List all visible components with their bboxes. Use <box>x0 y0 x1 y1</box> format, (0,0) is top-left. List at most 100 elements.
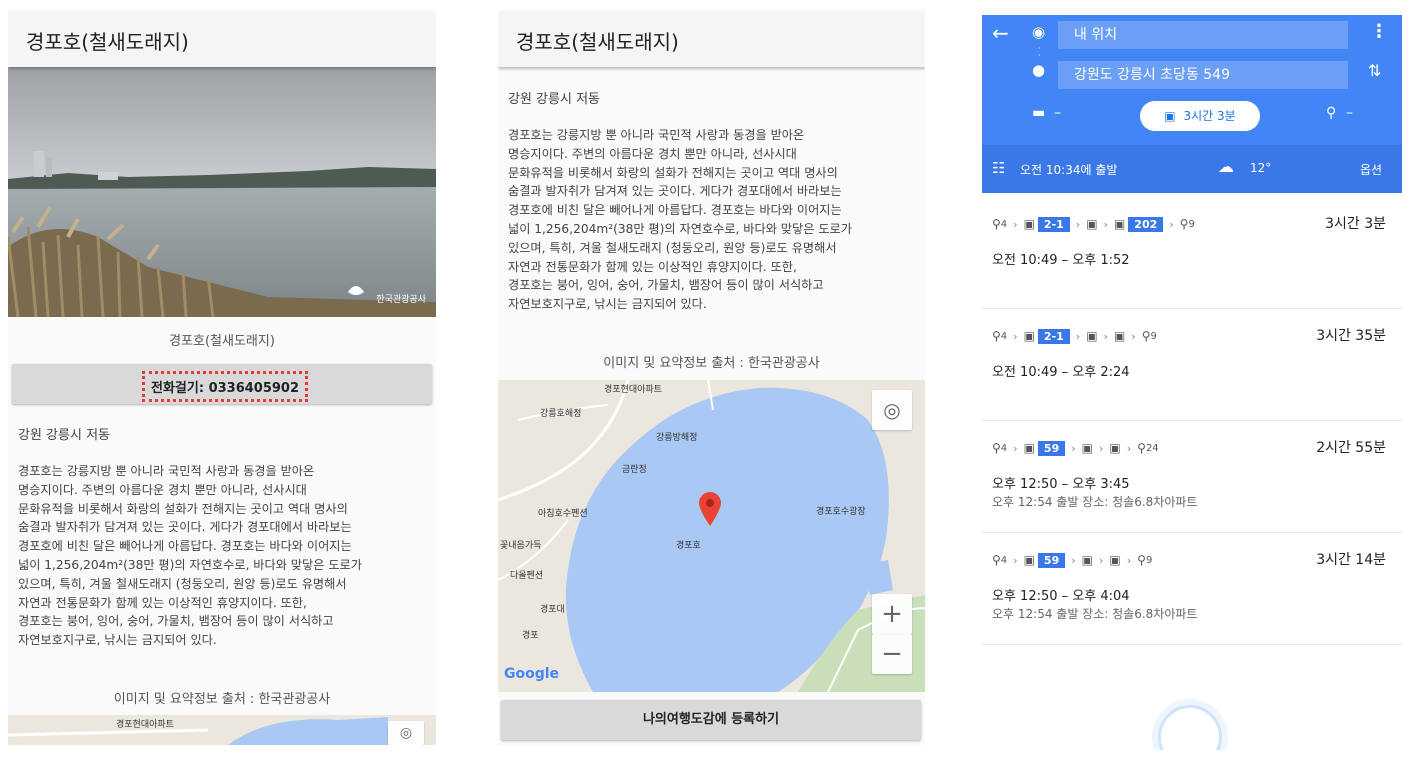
chevron-right-icon: › <box>1071 441 1076 455</box>
zoom-out-button[interactable]: − <box>872 634 912 674</box>
google-logo: Google <box>504 666 560 682</box>
route-item[interactable]: ⚲ 4 › ▣ 59 › ▣ › ▣ › ⚲ 24 2시간 55분 오후 12:50 … <box>982 423 1402 533</box>
location-target-icon: ◎ <box>399 725 413 741</box>
source-text: 이미지 및 요약정보 출처 : 한국관광공사 <box>113 692 331 707</box>
directions-screen: ← ◉ 내 위치 ⋮ · · ● 강원도 강릉시 초당동 549 ⇅ ▬ – ▣ … <box>982 15 1402 750</box>
bus-icon: ▣ <box>1023 441 1035 455</box>
lake-photo: 한국관광공사 <box>8 67 436 317</box>
chevron-right-icon: › <box>1075 329 1081 343</box>
map-label: 경포호수광장 <box>816 507 866 517</box>
map-label: 강릉호해정 <box>540 409 582 419</box>
app-bar: 경포호(철새도래지) <box>8 10 436 67</box>
watermark-label: 한국관광공사 <box>376 295 426 305</box>
walk-minutes: 4 <box>1000 330 1008 342</box>
bus-number: 59 <box>1037 440 1066 456</box>
tune-icon[interactable]: ☷ <box>992 159 1005 177</box>
chevron-right-icon: › <box>1071 553 1076 567</box>
map-label: 아침호수펜션 <box>538 509 588 519</box>
map-label: 경포현대아파트 <box>116 720 174 730</box>
call-button-label: 전화걸기: 0336405902 <box>142 371 309 402</box>
bus-icon: ▣ <box>1023 329 1035 343</box>
walk-mode-label: – <box>1346 105 1353 121</box>
description-text: 경포호는 강릉지방 뿐 아니라 국민적 사랑과 동경을 받아온 명승지이다. 주… <box>18 464 362 648</box>
chevron-right-icon: › <box>1126 441 1132 455</box>
destination-field[interactable]: 강원도 강릉시 초당동 549 <box>1058 61 1348 89</box>
bus-icon: ▣ <box>1086 329 1098 343</box>
description-text: 경포호는 강릉지방 뿐 아니라 국민적 사랑과 동경을 받아온 명승지이다. 주… <box>508 128 852 312</box>
map-view[interactable]: 경포현대아파트 강릉호해정 강릉방해정 금란정 아침호수펜션 꽃내음가득 다올펜… <box>498 380 925 692</box>
route-duration: 2시간 55분 <box>1316 440 1386 456</box>
detail-screen-1: 경포호(철새도래지) 한국관광공사 경포호(철새도래지) 전화걸기: 03364… <box>8 10 436 745</box>
map-label: 경포대 <box>540 605 565 615</box>
route-steps: ⚲ 4 › ▣ 2-1 › ▣ › ▣ › ⚲ 9 <box>992 325 1157 347</box>
chevron-right-icon: › <box>1098 553 1104 567</box>
map-label: 다올펜션 <box>510 571 544 581</box>
route-steps: ⚲ 4 › ▣ 59 › ▣ › ▣ › ⚲ 9 <box>992 549 1152 571</box>
bus-icon: ▣ <box>1023 217 1035 231</box>
destination-pin-icon: ● <box>1032 61 1046 79</box>
walk-minutes: 4 <box>1000 442 1008 454</box>
car-mode-label: – <box>1054 105 1061 121</box>
walk-minutes: 9 <box>1150 330 1157 342</box>
chevron-right-icon: › <box>1103 329 1108 343</box>
map-label: 경포 <box>522 631 539 641</box>
swap-icon[interactable]: ⇅ <box>1368 61 1381 80</box>
route-item[interactable]: ⚲ 4 › ▣ 2-1 › ▣ › ▣ › ⚲ 9 3시간 35분 오전 10:49 … <box>982 311 1402 421</box>
back-arrow-icon[interactable]: ← <box>992 21 1009 45</box>
connector-dots-icon: · · <box>1038 44 1041 60</box>
route-steps: ⚲ 4 › ▣ 59 › ▣ › ▣ › ⚲ 24 <box>992 437 1159 459</box>
map-view[interactable]: 경포현대아파트 ◎ <box>8 715 436 745</box>
bus-number: 2-1 <box>1037 328 1070 344</box>
source-text: 이미지 및 요약정보 출처 : 한국관광공사 <box>603 356 820 371</box>
route-item[interactable]: ⚲ 4 › ▣ 2-1 › ▣ › ▣ 202 › ⚲ 9 3시간 3분 오전 10:4… <box>982 199 1402 309</box>
bus-icon: ▣ <box>1164 109 1176 123</box>
call-button[interactable]: 전화걸기: 0336405902 <box>12 364 432 404</box>
transit-mode-tab[interactable]: ▣ 3시간 3분 <box>1140 101 1260 131</box>
route-item[interactable]: ⚲ 4 › ▣ 59 › ▣ › ▣ › ⚲ 9 3시간 14분 오후 12:50 –… <box>982 535 1402 645</box>
route-duration: 3시간 14분 <box>1316 552 1386 568</box>
photo-caption: 경포호(철새도래지) <box>169 334 275 349</box>
map-label: 금란정 <box>622 465 647 475</box>
bus-number: 202 <box>1128 216 1164 232</box>
chevron-right-icon: › <box>1013 441 1018 455</box>
my-location-button[interactable]: ◎ <box>388 721 424 745</box>
walk-icon: ⚲ <box>992 553 1001 567</box>
address-text: 강원 강릉시 저동 <box>18 428 110 443</box>
zoom-in-button[interactable]: + <box>872 594 912 634</box>
map-label: 꽃내음가득 <box>500 541 542 551</box>
origin-dot-icon: ◉ <box>1032 23 1046 41</box>
location-pin-icon[interactable] <box>699 492 721 530</box>
app-bar: 경포호(철새도래지) <box>498 10 925 67</box>
bus-icon: ▣ <box>1081 441 1093 455</box>
walk-icon[interactable]: ⚲ <box>1326 105 1336 121</box>
car-icon[interactable]: ▬ <box>1032 105 1045 121</box>
map-label: 강릉방해정 <box>656 433 698 443</box>
origin-field[interactable]: 내 위치 <box>1058 21 1348 49</box>
my-location-button[interactable]: ◎ <box>872 390 912 430</box>
more-vert-icon[interactable]: ⋮ <box>1370 21 1388 42</box>
transit-duration: 3시간 3분 <box>1183 109 1236 123</box>
temperature: 12° <box>1250 161 1272 175</box>
page-title: 경포호(철새도래지) <box>26 30 189 54</box>
walk-icon: ⚲ <box>992 329 1001 343</box>
map-label: 경포호 <box>676 541 701 551</box>
chevron-right-icon: › <box>1103 217 1108 231</box>
chevron-right-icon: › <box>1126 553 1132 567</box>
route-note: 오후 12:54 출발 장소: 청솔6.8차아파트 <box>992 495 1198 509</box>
location-target-icon: ◎ <box>883 398 901 422</box>
departure-bar: ☷ 오전 10:34에 출발 ☁ 12° 옵션 <box>982 145 1402 193</box>
route-time: 오후 12:50 – 오후 3:45 <box>992 477 1130 492</box>
chevron-right-icon: › <box>1013 217 1018 231</box>
register-button[interactable]: 나의여행도감에 등록하기 <box>501 700 921 740</box>
walk-icon: ⚲ <box>992 217 1001 231</box>
walk-icon: ⚲ <box>1179 217 1189 231</box>
route-duration: 3시간 35분 <box>1316 328 1386 344</box>
options-link[interactable]: 옵션 <box>1360 161 1382 178</box>
chevron-right-icon: › <box>1075 217 1081 231</box>
route-duration: 3시간 3분 <box>1325 216 1386 232</box>
walk-minutes: 24 <box>1145 442 1159 454</box>
chevron-right-icon: › <box>1131 329 1136 343</box>
route-steps: ⚲ 4 › ▣ 2-1 › ▣ › ▣ 202 › ⚲ 9 <box>992 213 1195 235</box>
bus-icon: ▣ <box>1081 553 1093 567</box>
departure-time[interactable]: 오전 10:34에 출발 <box>1020 161 1117 178</box>
